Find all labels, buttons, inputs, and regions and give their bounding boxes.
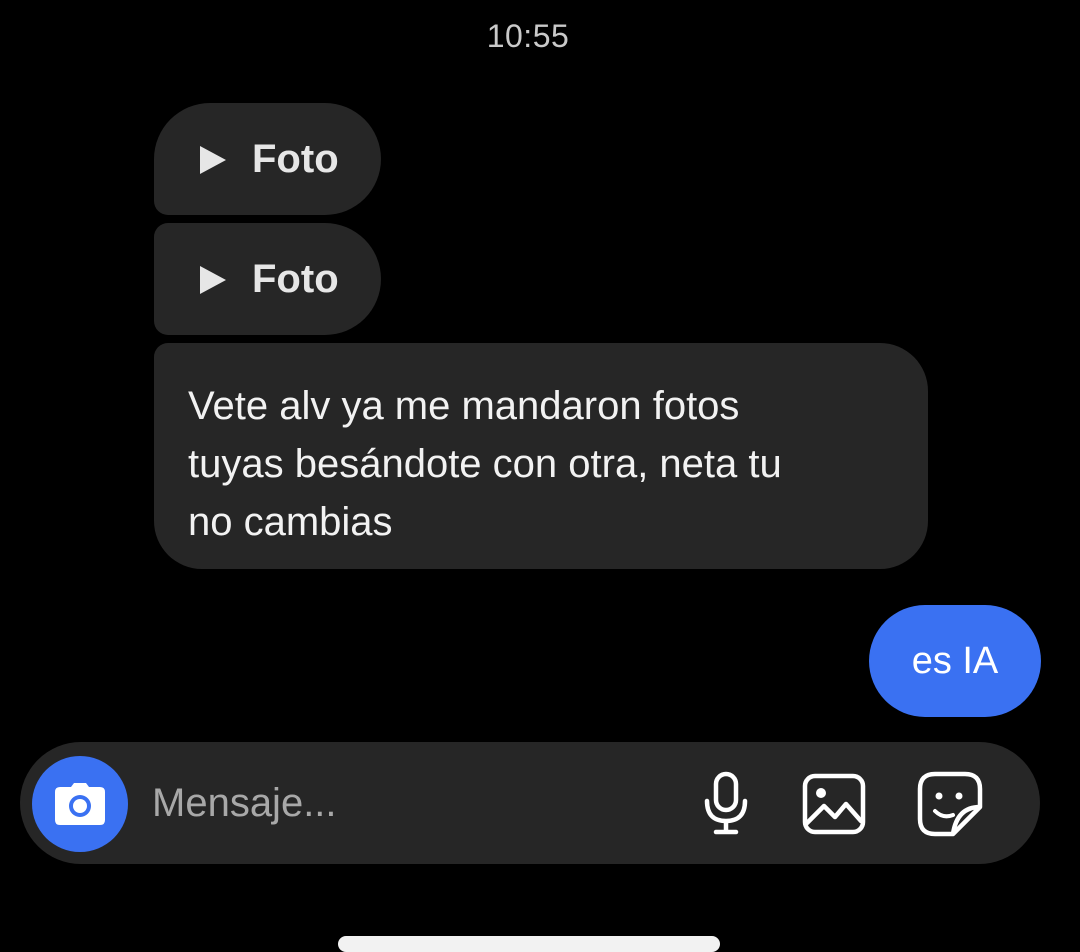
sent-message: es IA [869,605,1041,717]
photo-message[interactable]: Foto [154,223,381,335]
message-timestamp: 10:55 [486,18,570,54]
camera-icon [55,783,105,825]
camera-button[interactable] [32,756,128,852]
play-icon [200,146,226,174]
sent-message-text: es IA [911,639,999,682]
message-composer [20,742,1040,864]
photo-message[interactable]: Foto [154,103,381,215]
gallery-icon [802,773,866,835]
sticker-icon [917,771,983,837]
microphone-icon [704,771,748,835]
gallery-button[interactable] [800,770,868,838]
play-icon [200,266,226,294]
received-text-message: Vete alv ya me mandaron fotos tuyas besá… [154,343,928,569]
photo-message-label: Foto [252,136,339,181]
message-input[interactable] [152,770,652,836]
photo-message-label: Foto [252,256,339,301]
sticker-button[interactable] [916,770,984,838]
microphone-button[interactable] [692,770,760,838]
